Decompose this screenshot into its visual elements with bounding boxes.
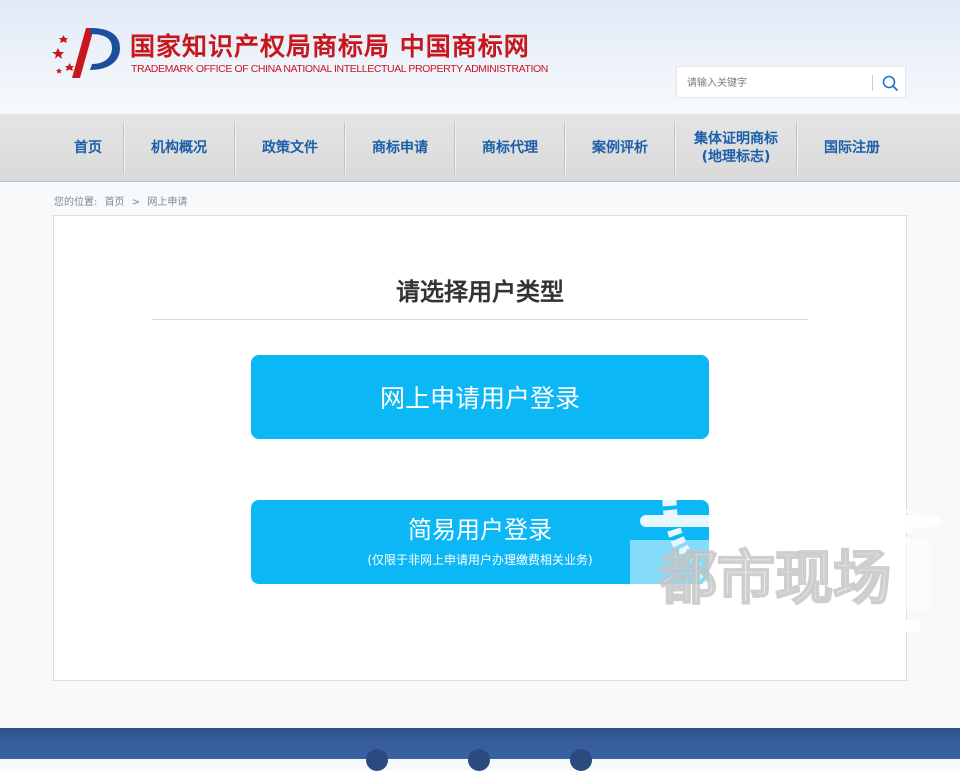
online-applicant-login-button[interactable]: 网上申请用户登录 bbox=[251, 355, 709, 439]
search-icon[interactable] bbox=[879, 72, 901, 94]
footer-decor bbox=[468, 749, 490, 771]
nav-item-application[interactable]: 商标申请 bbox=[345, 114, 455, 181]
online-applicant-login-label: 网上申请用户登录 bbox=[379, 384, 580, 413]
nav-item-international[interactable]: 国际注册 bbox=[797, 114, 907, 181]
nav-item-agency[interactable]: 商标代理 bbox=[455, 114, 565, 181]
breadcrumb-current: 网上申请 bbox=[147, 197, 188, 208]
breadcrumb: 您的位置: 首页 > 网上申请 bbox=[54, 193, 191, 208]
nav-item-home[interactable]: 首页 bbox=[53, 114, 123, 181]
nav-item-policy[interactable]: 政策文件 bbox=[235, 114, 345, 181]
breadcrumb-prefix: 您的位置: bbox=[54, 197, 98, 208]
site-title-cn: 国家知识产权局商标局 中国商标网 bbox=[130, 32, 530, 61]
simple-user-login-button[interactable]: 简易用户登录 (仅限于非网上申请用户办理缴费相关业务) bbox=[251, 500, 709, 584]
breadcrumb-separator: > bbox=[131, 197, 141, 208]
search-divider bbox=[872, 75, 873, 91]
simple-user-login-note: (仅限于非网上申请用户办理缴费相关业务) bbox=[367, 553, 593, 567]
footer-decor bbox=[570, 749, 592, 771]
search-input[interactable] bbox=[685, 73, 869, 93]
page-title: 请选择用户类型 bbox=[396, 278, 564, 306]
site-title-en: TRADEMARK OFFICE OF CHINA NATIONAL INTEL… bbox=[131, 63, 548, 75]
title-divider bbox=[152, 319, 808, 320]
page-footer bbox=[0, 728, 960, 771]
search-box bbox=[676, 66, 906, 98]
nav-item-collective-marks[interactable]: 集体证明商标 (地理标志) bbox=[675, 114, 797, 181]
breadcrumb-home-link[interactable]: 首页 bbox=[105, 197, 125, 208]
main-nav: 首页 机构概况 政策文件 商标申请 商标代理 案例评析 集体证明商标 (地理标志… bbox=[0, 114, 960, 182]
cnipa-logo-icon[interactable] bbox=[50, 22, 122, 82]
site-header: 国家知识产权局商标局 中国商标网 TRADEMARK OFFICE OF CHI… bbox=[0, 0, 960, 114]
nav-item-about[interactable]: 机构概况 bbox=[124, 114, 234, 181]
nav-item-cases[interactable]: 案例评析 bbox=[565, 114, 675, 181]
footer-decor bbox=[366, 749, 388, 771]
simple-user-login-label: 简易用户登录 bbox=[408, 516, 552, 544]
